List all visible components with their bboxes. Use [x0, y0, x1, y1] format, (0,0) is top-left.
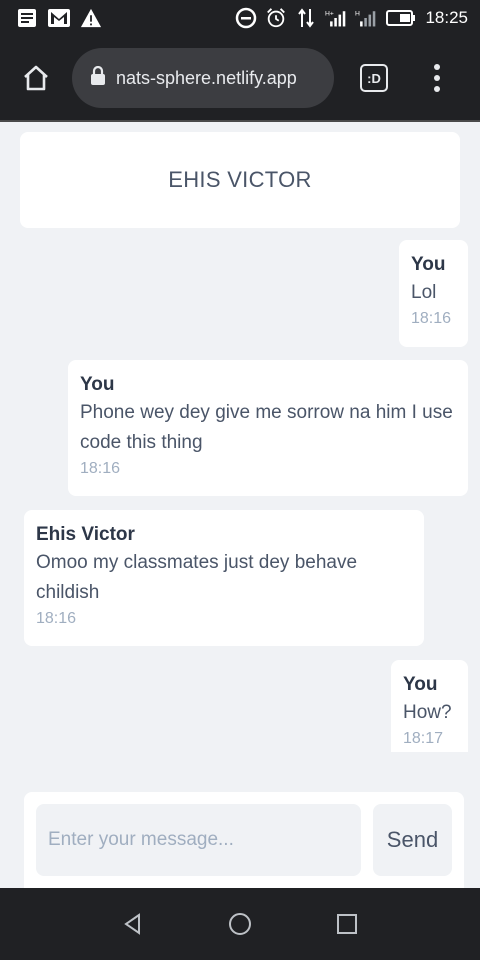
message-sender: You	[80, 374, 115, 395]
message-time: 18:16	[80, 460, 121, 477]
status-bar: H+ H 18:25	[0, 0, 480, 36]
recents-button[interactable]	[327, 904, 367, 944]
warning-icon	[80, 7, 102, 29]
message-text: Lol	[411, 282, 437, 303]
message-sender: Ehis Victor	[36, 524, 135, 545]
svg-text:H: H	[355, 10, 360, 17]
signal-h2-icon: H	[355, 7, 377, 29]
notes-icon	[16, 7, 38, 29]
dnd-icon	[235, 7, 257, 29]
overflow-menu-button[interactable]	[432, 64, 442, 92]
gmail-icon	[48, 7, 70, 29]
message-time: 18:16	[411, 310, 452, 327]
message-bubble: Ehis Victor Omoo my classmates just dey …	[24, 510, 424, 646]
data-arrows-icon	[295, 7, 317, 29]
lock-icon	[90, 65, 106, 91]
tab-switcher-button[interactable]: :D	[360, 64, 388, 92]
dot-icon	[434, 64, 440, 70]
system-nav-bar	[0, 888, 480, 960]
url-text: nats-sphere.netlify.app	[116, 67, 297, 88]
message-sender: You	[411, 254, 446, 275]
home-button[interactable]	[14, 56, 58, 100]
home-icon	[24, 65, 48, 91]
battery-icon	[385, 7, 417, 29]
recents-square-icon	[336, 914, 357, 934]
browser-toolbar: nats-sphere.netlify.app :D	[0, 36, 480, 120]
chat-page: EHIS VICTOR You Lol 18:16 You Phone wey …	[0, 120, 480, 888]
message-text: Omoo my classmates just dey behave child…	[36, 552, 358, 603]
send-button[interactable]: Send	[373, 804, 452, 876]
message-text: Phone wey dey give me sorrow na him I us…	[80, 402, 453, 453]
back-triangle-icon	[124, 913, 141, 935]
message-list[interactable]: You Lol 18:16 You Phone wey dey give me …	[0, 240, 480, 752]
message-bubble: You Phone wey dey give me sorrow na him …	[68, 360, 468, 496]
dot-icon	[434, 75, 440, 81]
svg-text:H+: H+	[325, 10, 334, 17]
message-bubble: You Lol 18:16	[399, 240, 468, 347]
alarm-icon	[265, 7, 287, 29]
message-input[interactable]	[36, 804, 361, 876]
back-button[interactable]	[113, 904, 153, 944]
message-time: 18:17	[403, 730, 444, 747]
address-bar[interactable]: nats-sphere.netlify.app	[72, 48, 334, 108]
dot-icon	[434, 86, 440, 92]
message-time: 18:16	[36, 610, 77, 627]
chat-header: EHIS VICTOR	[20, 132, 460, 228]
chat-title: EHIS VICTOR	[168, 167, 312, 192]
message-composer: Send	[24, 792, 464, 888]
home-nav-button[interactable]	[220, 904, 260, 944]
home-circle-icon	[228, 913, 251, 935]
signal-h-icon: H+	[325, 7, 347, 29]
message-bubble: You How? 18:17	[391, 660, 468, 752]
message-sender: You	[403, 674, 438, 695]
message-text: How?	[403, 702, 452, 723]
status-time: 18:25	[425, 8, 468, 27]
